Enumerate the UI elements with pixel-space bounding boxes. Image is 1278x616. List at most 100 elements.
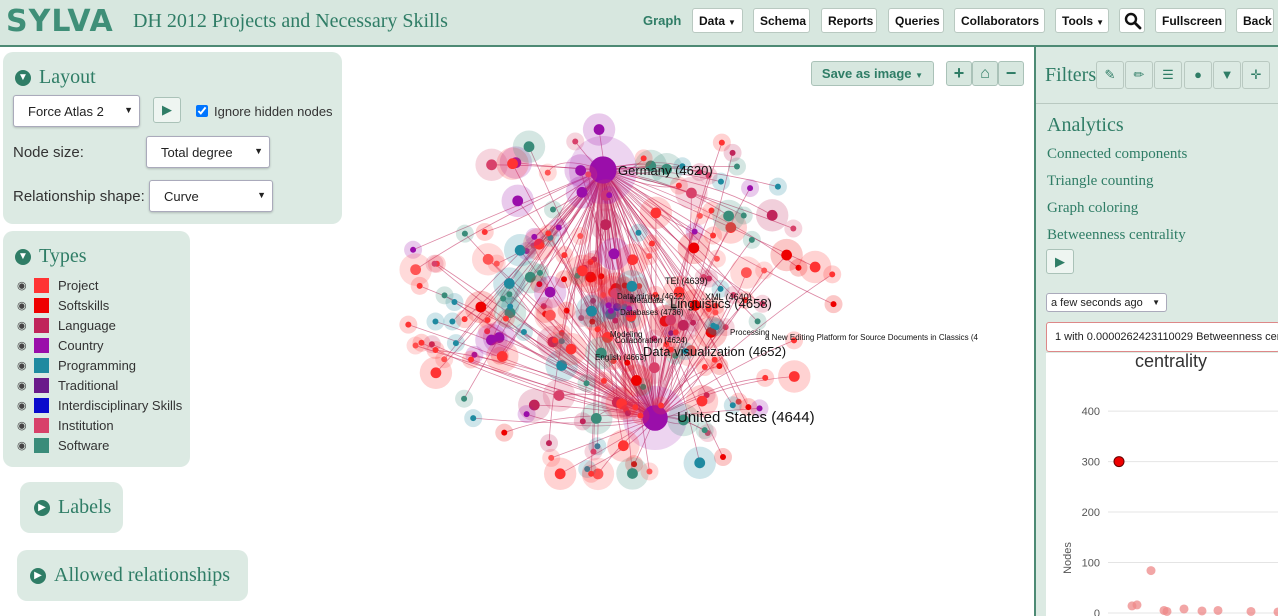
graph-node[interactable] xyxy=(590,412,602,424)
graph-node[interactable] xyxy=(449,318,456,325)
graph-node[interactable] xyxy=(720,454,727,461)
graph-node[interactable] xyxy=(648,362,660,374)
graph-node[interactable] xyxy=(405,321,412,328)
graph-node[interactable] xyxy=(588,470,595,477)
zoom-out-button[interactable]: − xyxy=(998,61,1024,86)
ignore-hidden-checkbox[interactable] xyxy=(196,105,208,117)
nav-tools-button[interactable]: Tools ▼ xyxy=(1055,8,1109,33)
graph-node[interactable] xyxy=(451,299,458,306)
graph-node[interactable] xyxy=(531,233,538,240)
graph-node[interactable] xyxy=(608,248,620,260)
graph-node[interactable] xyxy=(710,322,717,329)
graph-node[interactable] xyxy=(432,318,439,325)
graph-node[interactable] xyxy=(461,395,468,402)
graph-node[interactable] xyxy=(600,219,612,231)
graph-node[interactable] xyxy=(461,230,468,237)
graph-node[interactable] xyxy=(416,282,423,289)
graph-node[interactable] xyxy=(461,316,468,323)
edit-node-button[interactable]: ✎ xyxy=(1096,61,1124,89)
layout-panel-header[interactable]: ▼ Layout xyxy=(15,66,96,89)
graph-node[interactable] xyxy=(502,315,509,322)
graph-node[interactable] xyxy=(830,301,837,308)
chart-point[interactable] xyxy=(1246,606,1256,616)
type-row[interactable]: ◉ Institution xyxy=(17,417,114,437)
relationships-panel-header[interactable]: ▶ Allowed relationships xyxy=(30,564,230,587)
graph-node[interactable] xyxy=(520,328,527,335)
type-color-swatch[interactable] xyxy=(34,378,49,394)
graph-node[interactable] xyxy=(723,210,734,222)
labels-panel[interactable]: ▶ Labels xyxy=(20,482,123,533)
type-color-swatch[interactable] xyxy=(34,318,49,334)
triangle-counting-link[interactable]: Triangle counting xyxy=(1047,173,1154,190)
graph-node[interactable] xyxy=(552,337,559,344)
graph-node[interactable] xyxy=(553,390,565,401)
nav-schema-button[interactable]: Schema xyxy=(753,8,810,33)
graph-node[interactable] xyxy=(577,233,584,240)
filter-button[interactable]: ▼ xyxy=(1213,61,1241,89)
graph-node[interactable] xyxy=(729,149,736,156)
graph-node[interactable] xyxy=(701,364,708,371)
graph-title[interactable]: DH 2012 Projects and Necessary Skills xyxy=(133,10,448,33)
type-color-swatch[interactable] xyxy=(34,398,49,414)
graph-node[interactable] xyxy=(549,206,556,213)
graph-node[interactable] xyxy=(583,380,590,387)
graph-node[interactable] xyxy=(774,183,781,190)
save-as-image-button[interactable]: Save as image ▼ xyxy=(811,61,934,86)
graph-node[interactable] xyxy=(646,468,653,475)
graph-node[interactable] xyxy=(740,267,752,279)
graph-node[interactable] xyxy=(496,351,508,362)
graph-node[interactable] xyxy=(761,267,768,274)
graph-node[interactable] xyxy=(544,169,551,176)
graph-node[interactable] xyxy=(677,319,689,331)
run-analytic-button[interactable]: ▶ xyxy=(1046,249,1074,274)
graph-node[interactable] xyxy=(605,302,612,309)
graph-node[interactable] xyxy=(627,468,638,479)
type-color-swatch[interactable] xyxy=(34,438,49,454)
graph-node[interactable] xyxy=(658,402,665,409)
pencil-button[interactable]: ✏ xyxy=(1125,61,1153,89)
graph-node[interactable] xyxy=(575,165,587,176)
eye-icon[interactable]: ◉ xyxy=(17,419,31,432)
graph-node[interactable] xyxy=(593,124,605,135)
graph-node[interactable] xyxy=(713,255,720,262)
graph-node[interactable] xyxy=(452,340,459,347)
graph-node[interactable] xyxy=(781,249,793,261)
eye-icon[interactable]: ◉ xyxy=(17,299,31,312)
graph-node[interactable] xyxy=(545,440,552,447)
type-color-swatch[interactable] xyxy=(34,358,49,374)
node-size-select[interactable]: Total degree ▼ xyxy=(146,136,270,168)
graph-node[interactable] xyxy=(626,280,638,292)
graph-node[interactable] xyxy=(468,356,475,363)
graph-node[interactable] xyxy=(617,440,629,452)
graph-node[interactable] xyxy=(545,230,552,237)
node-button[interactable]: ● xyxy=(1184,61,1212,89)
graph-node[interactable] xyxy=(766,209,778,221)
graph-node[interactable] xyxy=(481,228,488,235)
graph-node[interactable] xyxy=(579,418,586,425)
graph-node[interactable] xyxy=(576,186,588,198)
relationship-shape-select[interactable]: Curve ▼ xyxy=(149,180,273,212)
move-button[interactable]: ✛ xyxy=(1242,61,1270,89)
graph-node[interactable] xyxy=(729,402,736,409)
chart-point[interactable] xyxy=(1179,604,1189,614)
graph-node[interactable] xyxy=(493,260,500,267)
graph-node[interactable] xyxy=(630,375,642,386)
type-row[interactable]: ◉ Softskills xyxy=(17,297,109,317)
graph-node[interactable] xyxy=(486,159,497,171)
eye-icon[interactable]: ◉ xyxy=(17,279,31,292)
betweenness-centrality-link[interactable]: Betweenness centrality xyxy=(1047,227,1186,244)
fullscreen-button[interactable]: Fullscreen xyxy=(1155,8,1226,33)
relationships-panel[interactable]: ▶ Allowed relationships xyxy=(17,550,248,601)
graph-node[interactable] xyxy=(648,240,655,247)
graph-node[interactable] xyxy=(523,411,530,418)
type-row[interactable]: ◉ Software xyxy=(17,437,109,457)
graph-canvas[interactable]: Germany (4620)Linguistics (4658)Data vis… xyxy=(345,50,1034,616)
nav-data-button[interactable]: Data ▼ xyxy=(692,8,743,33)
graph-node[interactable] xyxy=(701,427,708,434)
graph-node[interactable] xyxy=(561,252,568,259)
graph-node[interactable] xyxy=(646,253,653,260)
graph-node[interactable] xyxy=(470,415,477,422)
chart-point[interactable] xyxy=(1197,606,1207,616)
graph-node[interactable] xyxy=(748,236,755,243)
hierarchy-button[interactable]: ☰ xyxy=(1154,61,1182,89)
